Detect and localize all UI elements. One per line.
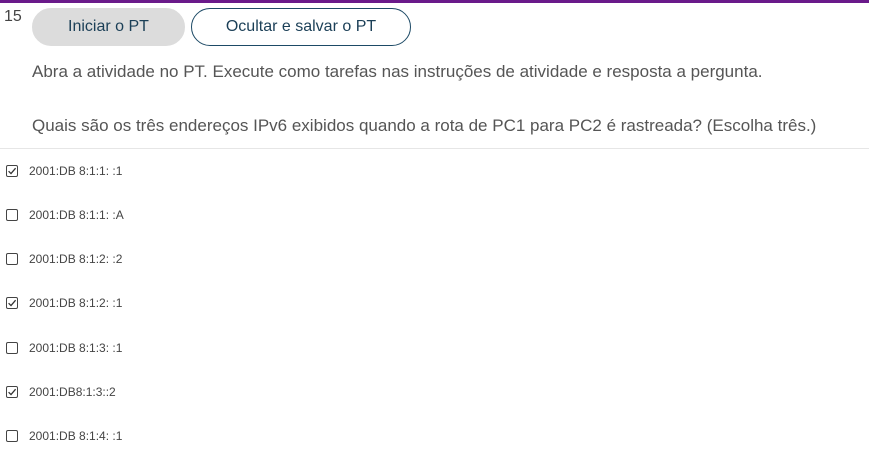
option-label: 2001:DB8:1:3::2: [29, 385, 116, 399]
option-label: 2001:DB 8:1:1: :A: [29, 208, 124, 222]
option-label: 2001:DB 8:1:4: :1: [29, 429, 123, 443]
answer-option[interactable]: 2001:DB 8:1:3: :1: [6, 338, 122, 358]
answer-option[interactable]: 2001:DB 8:1:2: :2: [6, 249, 122, 269]
question-text: Quais são os três endereços IPv6 exibido…: [32, 116, 817, 135]
option-checkbox[interactable]: [6, 209, 18, 221]
option-checkbox[interactable]: [6, 342, 18, 354]
checkmark-icon: [8, 167, 17, 175]
option-label: 2001:DB 8:1:2: :2: [29, 252, 123, 266]
hide-save-pt-button[interactable]: Ocultar e salvar o PT: [191, 8, 411, 46]
option-checkbox[interactable]: [6, 253, 18, 265]
top-accent-bar: [0, 0, 869, 3]
answer-option[interactable]: 2001:DB 8:1:4: :1: [6, 426, 122, 446]
option-label: 2001:DB 8:1:3: :1: [29, 341, 123, 355]
option-label: 2001:DB 8:1:2: :1: [29, 296, 123, 310]
option-checkbox[interactable]: [6, 297, 18, 309]
question-instruction: Abra a atividade no PT. Execute como tar…: [32, 62, 763, 81]
question-number: 15: [4, 8, 22, 25]
answer-option[interactable]: 2001:DB 8:1:1: :A: [6, 205, 124, 225]
option-checkbox[interactable]: [6, 165, 18, 177]
divider: [0, 148, 869, 149]
option-checkbox[interactable]: [6, 386, 18, 398]
option-checkbox[interactable]: [6, 430, 18, 442]
answer-option[interactable]: 2001:DB8:1:3::2: [6, 382, 116, 402]
option-label: 2001:DB 8:1:1: :1: [29, 164, 123, 178]
checkmark-icon: [8, 299, 17, 307]
answer-option[interactable]: 2001:DB 8:1:2: :1: [6, 293, 122, 313]
checkmark-icon: [8, 388, 17, 396]
answer-option[interactable]: 2001:DB 8:1:1: :1: [6, 161, 122, 181]
start-pt-button[interactable]: Iniciar o PT: [32, 8, 185, 46]
